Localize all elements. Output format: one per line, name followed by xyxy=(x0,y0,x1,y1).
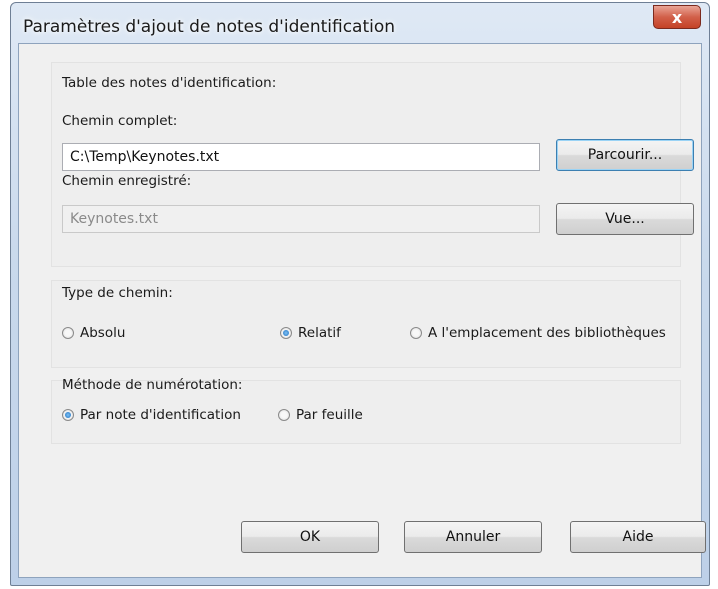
path-type-label: Type de chemin: xyxy=(62,285,173,301)
view-button[interactable]: Vue... xyxy=(556,203,694,235)
help-button[interactable]: Aide xyxy=(570,521,706,553)
saved-path-input: Keynotes.txt xyxy=(62,205,540,233)
full-path-input[interactable]: C:\Temp\Keynotes.txt xyxy=(62,143,540,171)
numbering-method-group: Méthode de numérotation: Par note d'iden… xyxy=(51,377,681,444)
radio-library-location[interactable]: A l'emplacement des bibliothèques xyxy=(410,325,666,341)
close-button[interactable]: x xyxy=(653,5,701,29)
keynote-table-label: Table des notes d'identification: xyxy=(62,75,277,91)
close-icon: x xyxy=(671,7,683,27)
radio-button-icon xyxy=(62,327,74,339)
browse-button[interactable]: Parcourir... xyxy=(556,139,694,171)
radio-selected-icon xyxy=(280,327,292,339)
dialog-body: Table des notes d'identification: Chemin… xyxy=(18,43,706,578)
radio-button-icon xyxy=(278,409,290,421)
saved-path-label: Chemin enregistré: xyxy=(62,173,192,189)
radio-relative[interactable]: Relatif xyxy=(280,325,341,341)
radio-button-icon xyxy=(410,327,422,339)
numbering-method-label: Méthode de numérotation: xyxy=(62,377,243,393)
ok-button[interactable]: OK xyxy=(241,521,379,553)
radio-by-sheet-label: Par feuille xyxy=(296,407,363,423)
radio-selected-icon xyxy=(62,409,74,421)
path-type-group: Type de chemin: Absolu Relatif A l'empla… xyxy=(51,280,681,368)
cancel-button[interactable]: Annuler xyxy=(404,521,542,553)
radio-absolute[interactable]: Absolu xyxy=(62,325,125,341)
radio-by-keynote[interactable]: Par note d'identification xyxy=(62,407,241,423)
radio-by-sheet[interactable]: Par feuille xyxy=(278,407,363,423)
radio-relative-label: Relatif xyxy=(298,325,341,341)
keynote-table-group: Table des notes d'identification: Chemin… xyxy=(51,62,694,267)
radio-library-location-label: A l'emplacement des bibliothèques xyxy=(428,325,666,341)
keynote-settings-dialog: Paramètres d'ajout de notes d'identifica… xyxy=(10,2,710,586)
full-path-label: Chemin complet: xyxy=(62,113,178,129)
radio-by-keynote-label: Par note d'identification xyxy=(80,407,241,423)
radio-absolute-label: Absolu xyxy=(80,325,126,341)
dialog-title: Paramètres d'ajout de notes d'identifica… xyxy=(23,17,396,37)
